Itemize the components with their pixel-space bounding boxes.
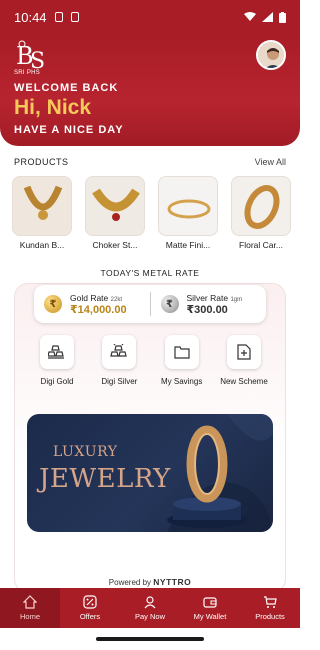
product-card[interactable]: Kundan B... [12, 176, 72, 250]
my-savings-button[interactable]: My Savings [153, 335, 211, 386]
tab-offers[interactable]: Offers [60, 588, 120, 628]
wallet-icon [203, 597, 217, 608]
metal-rate-title: TODAY'S METAL RATE [100, 268, 200, 278]
tab-my-wallet[interactable]: My Wallet [180, 588, 240, 628]
silver-rate[interactable]: ₹ Silver Rate 1gm ₹300.00 [151, 293, 267, 316]
product-name: Matte Fini... [165, 240, 211, 250]
new-scheme-label: New Scheme [220, 377, 268, 386]
tab-home-label: Home [19, 612, 40, 621]
product-name: Kundan B... [19, 240, 65, 250]
welcome-text: WELCOME BACK [14, 82, 119, 94]
product-card[interactable]: Matte Fini... [158, 176, 218, 250]
promo-banner[interactable]: LUXURY JEWELRY [27, 414, 273, 532]
home-icon [23, 595, 37, 609]
metal-rate-card[interactable]: ₹ Gold Rate 22kt ₹14,000.00 ₹ Silver Rat… [34, 285, 266, 323]
gold-bars-icon [48, 345, 64, 359]
subgreeting-text: HAVE A NICE DAY [14, 124, 124, 136]
header: B S SRI PHS WELCOME BACK Hi, Nick HAVE A… [0, 34, 300, 146]
gold-rate-label: Gold Rate [70, 292, 109, 303]
product-card[interactable]: Choker St... [85, 176, 145, 250]
product-name: Floral Car... [239, 240, 283, 250]
silver-rate-value: ₹300.00 [186, 303, 228, 316]
banner-line2: JEWELRY [39, 464, 171, 494]
powered-by-text: Powered by [108, 578, 152, 587]
sim-icon [70, 12, 79, 22]
silver-rate-label: Silver Rate [186, 292, 229, 303]
digi-silver-button[interactable]: Digi Silver [90, 335, 148, 386]
product-image [158, 176, 218, 236]
percent-icon [83, 595, 97, 609]
gold-rate-value: ₹14,000.00 [70, 303, 127, 316]
battery-icon [279, 11, 286, 23]
logo-caption: SRI PHS [14, 70, 41, 76]
greeting-text: Hi, Nick [14, 96, 92, 119]
gold-rate[interactable]: ₹ Gold Rate 22kt ₹14,000.00 [34, 293, 150, 316]
status-time: 10:44 [14, 9, 47, 25]
silver-bars-icon [110, 344, 128, 357]
banner-line1: LUXURY [53, 444, 118, 460]
tab-pay-now[interactable]: Pay Now [120, 588, 180, 628]
rupee-gold-icon: ₹ [44, 295, 62, 313]
products-carousel[interactable]: Kundan B... Choker St... Matte Fini... F… [12, 176, 300, 250]
quick-actions: Digi Gold Digi Silver My Savings New Sch… [28, 335, 273, 386]
tab-home[interactable]: Home [0, 588, 60, 628]
status-bar: 10:44 [0, 0, 300, 34]
digi-gold-button[interactable]: Digi Gold [28, 335, 86, 386]
folder-icon [174, 346, 190, 359]
pay-icon [144, 596, 156, 609]
gold-karat: 22kt [110, 296, 122, 303]
my-savings-label: My Savings [160, 377, 203, 386]
tab-pay-now-label: Pay Now [134, 612, 165, 621]
product-card[interactable]: Floral Car... [231, 176, 291, 250]
avatar[interactable] [256, 40, 286, 70]
product-image [231, 176, 291, 236]
notification-icon [54, 12, 63, 22]
product-image [85, 176, 145, 236]
products-title: PRODUCTS [14, 157, 69, 167]
digi-silver-label: Digi Silver [101, 377, 138, 386]
new-document-icon [237, 344, 251, 360]
tab-products-label: Products [255, 612, 285, 621]
digi-gold-label: Digi Gold [40, 377, 74, 386]
system-nav-bar [0, 628, 300, 650]
product-image [12, 176, 72, 236]
tab-products[interactable]: Products [240, 588, 300, 628]
bottom-tab-bar: Home Offers Pay Now My Wallet Products [0, 588, 300, 628]
view-all-link[interactable]: View All [255, 157, 286, 167]
silver-unit: 1gm [230, 296, 243, 303]
powered-by-brand: NYTTRO [153, 577, 192, 587]
tab-my-wallet-label: My Wallet [193, 612, 227, 621]
powered-by: Powered by NYTTRO [0, 577, 300, 587]
rupee-silver-icon: ₹ [160, 295, 179, 313]
signal-icon [262, 12, 273, 22]
cart-icon [264, 596, 277, 608]
products-section-header: PRODUCTS View All [14, 157, 286, 167]
product-name: Choker St... [92, 240, 138, 250]
home-gesture-handle[interactable] [96, 637, 204, 641]
wifi-icon [244, 12, 256, 21]
new-scheme-button[interactable]: New Scheme [215, 335, 273, 386]
profile-photo [258, 42, 284, 68]
tab-offers-label: Offers [79, 612, 101, 621]
